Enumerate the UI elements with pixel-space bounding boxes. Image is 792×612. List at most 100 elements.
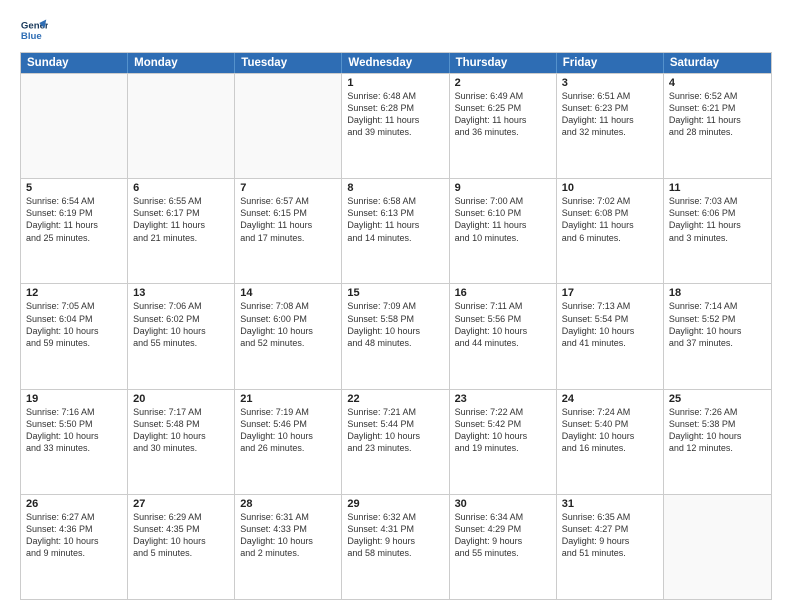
calendar-cell: 19Sunrise: 7:16 AM Sunset: 5:50 PM Dayli… <box>21 390 128 494</box>
day-info: Sunrise: 6:27 AM Sunset: 4:36 PM Dayligh… <box>26 511 122 560</box>
day-number: 27 <box>133 498 229 510</box>
day-info: Sunrise: 6:31 AM Sunset: 4:33 PM Dayligh… <box>240 511 336 560</box>
calendar-week-2: 5Sunrise: 6:54 AM Sunset: 6:19 PM Daylig… <box>21 178 771 283</box>
day-info: Sunrise: 7:11 AM Sunset: 5:56 PM Dayligh… <box>455 300 551 349</box>
day-number: 29 <box>347 498 443 510</box>
header-day-thursday: Thursday <box>450 53 557 73</box>
day-info: Sunrise: 6:55 AM Sunset: 6:17 PM Dayligh… <box>133 195 229 244</box>
header-day-saturday: Saturday <box>664 53 771 73</box>
day-info: Sunrise: 7:19 AM Sunset: 5:46 PM Dayligh… <box>240 406 336 455</box>
day-info: Sunrise: 7:02 AM Sunset: 6:08 PM Dayligh… <box>562 195 658 244</box>
day-info: Sunrise: 7:06 AM Sunset: 6:02 PM Dayligh… <box>133 300 229 349</box>
day-info: Sunrise: 6:35 AM Sunset: 4:27 PM Dayligh… <box>562 511 658 560</box>
day-number: 15 <box>347 287 443 299</box>
calendar-header: SundayMondayTuesdayWednesdayThursdayFrid… <box>21 53 771 73</box>
calendar-cell: 6Sunrise: 6:55 AM Sunset: 6:17 PM Daylig… <box>128 179 235 283</box>
header: General Blue <box>20 16 772 44</box>
calendar-cell: 21Sunrise: 7:19 AM Sunset: 5:46 PM Dayli… <box>235 390 342 494</box>
calendar-cell: 29Sunrise: 6:32 AM Sunset: 4:31 PM Dayli… <box>342 495 449 599</box>
calendar-cell: 20Sunrise: 7:17 AM Sunset: 5:48 PM Dayli… <box>128 390 235 494</box>
day-info: Sunrise: 6:48 AM Sunset: 6:28 PM Dayligh… <box>347 90 443 139</box>
calendar-week-3: 12Sunrise: 7:05 AM Sunset: 6:04 PM Dayli… <box>21 283 771 388</box>
header-day-tuesday: Tuesday <box>235 53 342 73</box>
calendar-cell: 7Sunrise: 6:57 AM Sunset: 6:15 PM Daylig… <box>235 179 342 283</box>
day-info: Sunrise: 7:24 AM Sunset: 5:40 PM Dayligh… <box>562 406 658 455</box>
day-info: Sunrise: 6:34 AM Sunset: 4:29 PM Dayligh… <box>455 511 551 560</box>
day-number: 23 <box>455 393 551 405</box>
calendar-cell: 28Sunrise: 6:31 AM Sunset: 4:33 PM Dayli… <box>235 495 342 599</box>
calendar-cell <box>235 74 342 178</box>
day-number: 31 <box>562 498 658 510</box>
calendar-cell: 8Sunrise: 6:58 AM Sunset: 6:13 PM Daylig… <box>342 179 449 283</box>
day-number: 21 <box>240 393 336 405</box>
day-number: 26 <box>26 498 122 510</box>
day-info: Sunrise: 7:16 AM Sunset: 5:50 PM Dayligh… <box>26 406 122 455</box>
calendar-cell: 26Sunrise: 6:27 AM Sunset: 4:36 PM Dayli… <box>21 495 128 599</box>
logo-icon: General Blue <box>20 16 48 44</box>
day-number: 20 <box>133 393 229 405</box>
calendar-cell <box>664 495 771 599</box>
calendar-cell: 10Sunrise: 7:02 AM Sunset: 6:08 PM Dayli… <box>557 179 664 283</box>
day-number: 3 <box>562 77 658 89</box>
calendar-week-4: 19Sunrise: 7:16 AM Sunset: 5:50 PM Dayli… <box>21 389 771 494</box>
calendar-cell: 24Sunrise: 7:24 AM Sunset: 5:40 PM Dayli… <box>557 390 664 494</box>
calendar-cell <box>128 74 235 178</box>
day-info: Sunrise: 7:21 AM Sunset: 5:44 PM Dayligh… <box>347 406 443 455</box>
day-number: 18 <box>669 287 766 299</box>
header-day-sunday: Sunday <box>21 53 128 73</box>
day-number: 22 <box>347 393 443 405</box>
calendar: SundayMondayTuesdayWednesdayThursdayFrid… <box>20 52 772 600</box>
calendar-week-1: 1Sunrise: 6:48 AM Sunset: 6:28 PM Daylig… <box>21 73 771 178</box>
day-number: 1 <box>347 77 443 89</box>
day-number: 8 <box>347 182 443 194</box>
calendar-cell: 1Sunrise: 6:48 AM Sunset: 6:28 PM Daylig… <box>342 74 449 178</box>
day-info: Sunrise: 6:57 AM Sunset: 6:15 PM Dayligh… <box>240 195 336 244</box>
calendar-cell: 5Sunrise: 6:54 AM Sunset: 6:19 PM Daylig… <box>21 179 128 283</box>
day-info: Sunrise: 6:32 AM Sunset: 4:31 PM Dayligh… <box>347 511 443 560</box>
day-info: Sunrise: 6:58 AM Sunset: 6:13 PM Dayligh… <box>347 195 443 244</box>
day-info: Sunrise: 7:08 AM Sunset: 6:00 PM Dayligh… <box>240 300 336 349</box>
day-info: Sunrise: 7:14 AM Sunset: 5:52 PM Dayligh… <box>669 300 766 349</box>
day-info: Sunrise: 6:54 AM Sunset: 6:19 PM Dayligh… <box>26 195 122 244</box>
day-info: Sunrise: 6:49 AM Sunset: 6:25 PM Dayligh… <box>455 90 551 139</box>
calendar-cell: 15Sunrise: 7:09 AM Sunset: 5:58 PM Dayli… <box>342 284 449 388</box>
calendar-cell: 17Sunrise: 7:13 AM Sunset: 5:54 PM Dayli… <box>557 284 664 388</box>
day-number: 17 <box>562 287 658 299</box>
calendar-cell: 14Sunrise: 7:08 AM Sunset: 6:00 PM Dayli… <box>235 284 342 388</box>
day-number: 16 <box>455 287 551 299</box>
page: General Blue SundayMondayTuesdayWednesda… <box>0 0 792 612</box>
header-day-wednesday: Wednesday <box>342 53 449 73</box>
calendar-cell: 22Sunrise: 7:21 AM Sunset: 5:44 PM Dayli… <box>342 390 449 494</box>
calendar-cell: 23Sunrise: 7:22 AM Sunset: 5:42 PM Dayli… <box>450 390 557 494</box>
calendar-cell: 13Sunrise: 7:06 AM Sunset: 6:02 PM Dayli… <box>128 284 235 388</box>
day-number: 7 <box>240 182 336 194</box>
calendar-cell: 30Sunrise: 6:34 AM Sunset: 4:29 PM Dayli… <box>450 495 557 599</box>
day-info: Sunrise: 7:09 AM Sunset: 5:58 PM Dayligh… <box>347 300 443 349</box>
day-info: Sunrise: 7:22 AM Sunset: 5:42 PM Dayligh… <box>455 406 551 455</box>
calendar-cell <box>21 74 128 178</box>
calendar-cell: 9Sunrise: 7:00 AM Sunset: 6:10 PM Daylig… <box>450 179 557 283</box>
calendar-cell: 3Sunrise: 6:51 AM Sunset: 6:23 PM Daylig… <box>557 74 664 178</box>
day-number: 4 <box>669 77 766 89</box>
calendar-cell: 4Sunrise: 6:52 AM Sunset: 6:21 PM Daylig… <box>664 74 771 178</box>
day-number: 11 <box>669 182 766 194</box>
calendar-cell: 11Sunrise: 7:03 AM Sunset: 6:06 PM Dayli… <box>664 179 771 283</box>
day-info: Sunrise: 7:00 AM Sunset: 6:10 PM Dayligh… <box>455 195 551 244</box>
day-number: 30 <box>455 498 551 510</box>
day-number: 25 <box>669 393 766 405</box>
day-number: 28 <box>240 498 336 510</box>
svg-text:Blue: Blue <box>21 31 42 42</box>
day-info: Sunrise: 6:51 AM Sunset: 6:23 PM Dayligh… <box>562 90 658 139</box>
calendar-cell: 2Sunrise: 6:49 AM Sunset: 6:25 PM Daylig… <box>450 74 557 178</box>
day-info: Sunrise: 6:52 AM Sunset: 6:21 PM Dayligh… <box>669 90 766 139</box>
day-number: 19 <box>26 393 122 405</box>
day-number: 5 <box>26 182 122 194</box>
day-number: 13 <box>133 287 229 299</box>
day-info: Sunrise: 7:03 AM Sunset: 6:06 PM Dayligh… <box>669 195 766 244</box>
calendar-cell: 27Sunrise: 6:29 AM Sunset: 4:35 PM Dayli… <box>128 495 235 599</box>
day-info: Sunrise: 7:26 AM Sunset: 5:38 PM Dayligh… <box>669 406 766 455</box>
logo: General Blue <box>20 16 52 44</box>
day-number: 24 <box>562 393 658 405</box>
day-info: Sunrise: 7:05 AM Sunset: 6:04 PM Dayligh… <box>26 300 122 349</box>
calendar-body: 1Sunrise: 6:48 AM Sunset: 6:28 PM Daylig… <box>21 73 771 599</box>
